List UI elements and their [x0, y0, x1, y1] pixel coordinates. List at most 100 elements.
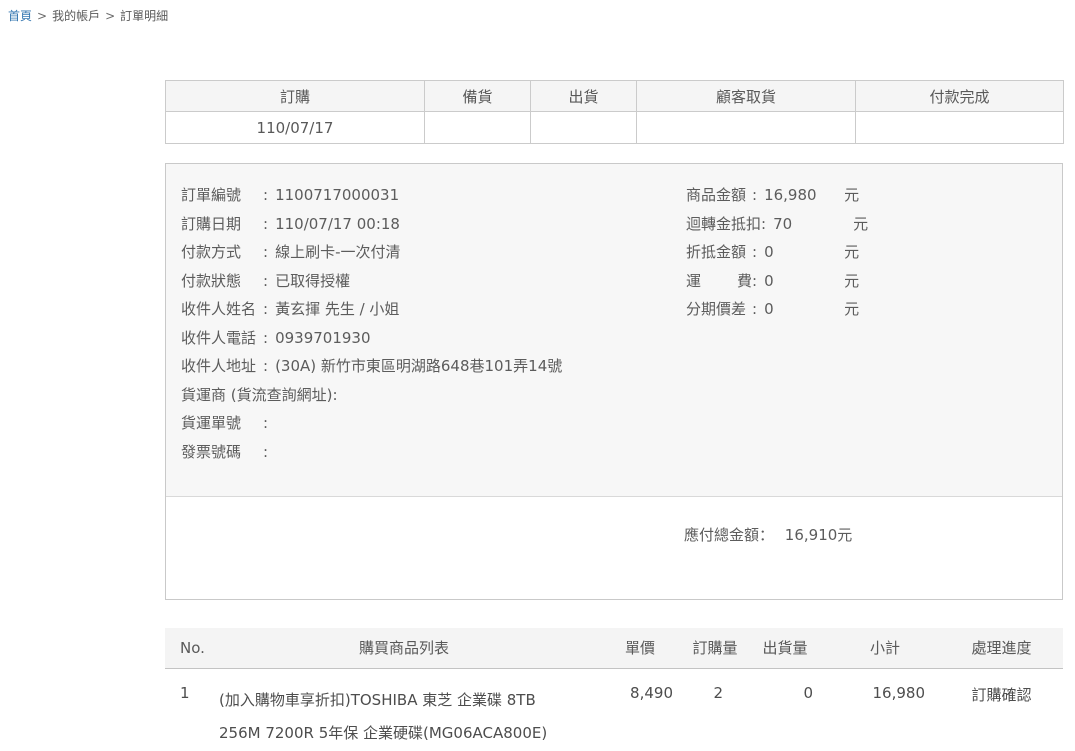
product-column-header: 處理進度	[940, 628, 1063, 668]
order-info-right-column: 商品金額:16,980元迴轉金抵扣:70元折抵金額:0元運費:0元分期價差:0元	[686, 181, 868, 324]
product-column-header: 訂購量	[690, 628, 740, 668]
order-status-table: 訂購備貨出貨顧客取貨付款完成 110/07/17	[165, 80, 1064, 144]
info-colon: :	[752, 272, 757, 290]
info-value: 已取得授權	[275, 272, 350, 290]
breadcrumb: 首頁>我的帳戶>訂單明細	[8, 7, 168, 24]
currency-unit: 元	[844, 272, 859, 290]
info-value: 0939701930	[275, 329, 370, 347]
info-value: 70	[773, 210, 853, 239]
breadcrumb-item-3: 訂單明細	[120, 9, 168, 23]
info-label: 收件人姓名	[181, 295, 263, 324]
product-subtotal: 16,980	[830, 668, 940, 751]
info-colon: :	[752, 243, 757, 261]
status-date-cell	[425, 112, 531, 144]
info-label: 迴轉金抵扣	[686, 210, 761, 239]
info-label: 訂購日期	[181, 210, 263, 239]
breadcrumb-separator: >	[37, 9, 47, 23]
product-column-header: 出貨量	[740, 628, 830, 668]
order-info-row: 發票號碼:	[181, 438, 1062, 467]
order-info-left-column: 訂單編號:1100717000031訂購日期:110/07/17 00:18付款…	[181, 181, 1062, 466]
currency-unit: 元	[844, 186, 859, 204]
info-colon: :	[263, 443, 268, 461]
order-info-row: 商品金額:16,980元	[686, 181, 868, 210]
order-info-row: 收件人姓名: 黃玄揮 先生 / 小姐	[181, 295, 1062, 324]
total-due-value: 16,910元	[785, 526, 853, 544]
info-label: 付款狀態	[181, 267, 263, 296]
info-label: 訂單編號	[181, 181, 263, 210]
status-header-row: 訂購備貨出貨顧客取貨付款完成	[166, 81, 1064, 112]
status-date-cell	[637, 112, 856, 144]
info-value: 黃玄揮 先生 / 小姐	[275, 300, 399, 318]
product-table: No.購買商品列表單價訂購量出貨量小計處理進度 1(加入購物車享折扣)TOSHI…	[165, 628, 1063, 751]
info-value: 線上刷卡-一次付清	[275, 243, 400, 261]
info-colon: :	[263, 300, 268, 318]
order-info-row: 貨運商 (貨流查詢網址):	[181, 381, 1062, 410]
info-label: 收件人地址	[181, 352, 263, 381]
currency-unit: 元	[853, 215, 868, 233]
breadcrumb-item-2: 我的帳戶	[52, 9, 100, 23]
status-value-row: 110/07/17	[166, 112, 1064, 144]
status-column-header: 出貨	[531, 81, 637, 112]
product-column-header: 購買商品列表	[218, 628, 590, 668]
info-value: 0	[764, 267, 844, 296]
info-label: 分期價差	[686, 295, 752, 324]
product-qty-ordered: 2	[690, 668, 740, 751]
product-name: (加入購物車享折扣)TOSHIBA 東芝 企業碟 8TB 256M 7200R …	[218, 668, 590, 751]
order-info-row: 分期價差:0元	[686, 295, 868, 324]
order-info-details: 訂單編號:1100717000031訂購日期:110/07/17 00:18付款…	[166, 164, 1062, 497]
status-date-cell	[856, 112, 1064, 144]
currency-unit: 元	[844, 243, 859, 261]
info-colon: :	[263, 414, 268, 432]
product-qty-shipped: 0	[740, 668, 830, 751]
info-value: 16,980	[764, 181, 844, 210]
order-info-row: 收件人電話:0939701930	[181, 324, 1062, 353]
product-unit-price: 8,490	[590, 668, 690, 751]
info-value: 110/07/17 00:18	[275, 215, 400, 233]
info-colon: :	[332, 386, 337, 404]
order-info-row: 折抵金額:0元	[686, 238, 868, 267]
product-no: 1	[165, 668, 218, 751]
status-column-header: 顧客取貨	[637, 81, 856, 112]
status-column-header: 備貨	[425, 81, 531, 112]
breadcrumb-item-1[interactable]: 首頁	[8, 9, 32, 23]
order-info-row: 訂購日期:110/07/17 00:18	[181, 210, 1062, 239]
order-info-box: 訂單編號:1100717000031訂購日期:110/07/17 00:18付款…	[165, 163, 1063, 600]
product-column-header: 單價	[590, 628, 690, 668]
info-label: 付款方式	[181, 238, 263, 267]
info-value: 0	[764, 295, 844, 324]
info-label: 收件人電話	[181, 324, 263, 353]
order-info-row: 付款狀態: 已取得授權	[181, 267, 1062, 296]
info-colon: :	[263, 215, 268, 233]
order-total-section: 應付總金額： 16,910元	[166, 497, 1062, 599]
info-label: 發票號碼	[181, 438, 263, 467]
status-column-header: 訂購	[166, 81, 425, 112]
info-value: (30A) 新竹市東區明湖路648巷101弄14號	[275, 357, 562, 375]
product-header-row: No.購買商品列表單價訂購量出貨量小計處理進度	[165, 628, 1063, 668]
product-status: 訂購確認	[940, 668, 1063, 751]
info-value: 1100717000031	[275, 186, 399, 204]
status-column-header: 付款完成	[856, 81, 1064, 112]
info-colon: :	[263, 329, 268, 347]
info-label: 折抵金額	[686, 238, 752, 267]
currency-unit: 元	[844, 300, 859, 318]
info-colon: :	[263, 357, 268, 375]
product-column-header: 小計	[830, 628, 940, 668]
info-label: 貨運單號	[181, 409, 263, 438]
info-label: 貨運商 (貨流查詢網址)	[181, 381, 332, 410]
info-colon: :	[752, 186, 757, 204]
info-value: 0	[764, 238, 844, 267]
total-due-label: 應付總金額：	[684, 526, 774, 544]
product-column-header: No.	[165, 628, 218, 668]
info-label: 商品金額	[686, 181, 752, 210]
order-info-row: 迴轉金抵扣:70元	[686, 210, 868, 239]
order-info-row: 貨運單號:	[181, 409, 1062, 438]
info-label: 運費	[686, 267, 752, 296]
status-date-cell: 110/07/17	[166, 112, 425, 144]
info-colon: :	[761, 215, 766, 233]
product-row: 1(加入購物車享折扣)TOSHIBA 東芝 企業碟 8TB 256M 7200R…	[165, 668, 1063, 751]
info-colon: :	[263, 272, 268, 290]
order-info-row: 運費:0元	[686, 267, 868, 296]
info-colon: :	[263, 186, 268, 204]
order-info-row: 訂單編號:1100717000031	[181, 181, 1062, 210]
info-colon: :	[263, 243, 268, 261]
